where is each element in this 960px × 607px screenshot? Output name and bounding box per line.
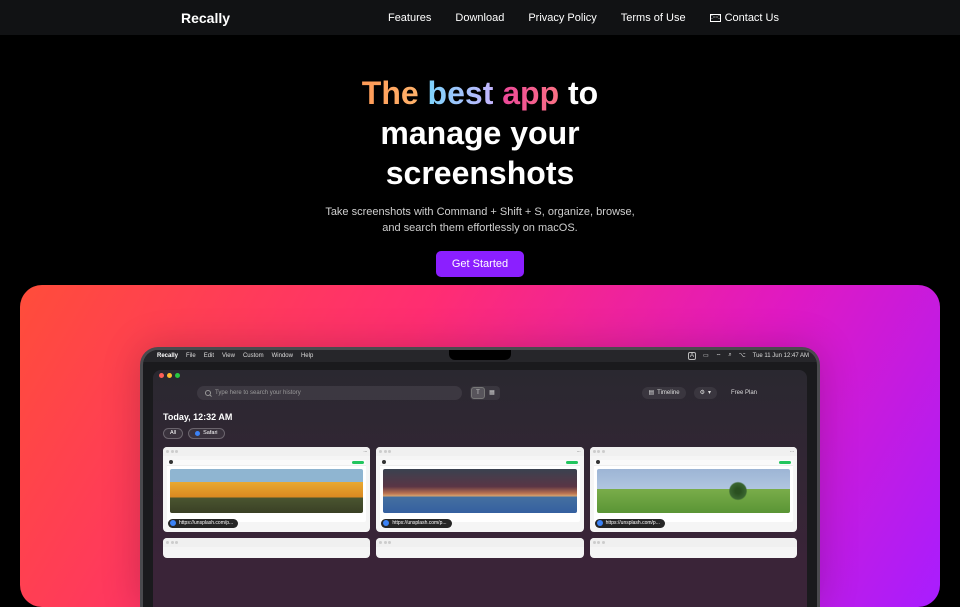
screenshot-thumbnail bbox=[170, 469, 363, 513]
settings-button[interactable]: ⚙ ▾ bbox=[694, 387, 717, 399]
safari-icon bbox=[195, 431, 200, 436]
hero-subtitle: Take screenshots with Command + Shift + … bbox=[320, 205, 640, 237]
top-nav: Features Download Privacy Policy Terms o… bbox=[388, 12, 779, 24]
search-icon bbox=[205, 390, 211, 396]
menubar-window: Window bbox=[272, 353, 293, 359]
menubar-custom: Custom bbox=[243, 353, 264, 359]
wifi-icon: ⌔ bbox=[716, 352, 722, 360]
menubar-edit: Edit bbox=[204, 353, 214, 359]
recally-app-window: Type here to search your history T ▦ ▤ T… bbox=[153, 370, 807, 607]
safari-icon bbox=[170, 520, 176, 526]
safari-icon bbox=[383, 520, 389, 526]
filter-all[interactable]: All bbox=[163, 428, 183, 439]
menubar-file: File bbox=[186, 353, 196, 359]
url-badge: https://unsplash.com/p... bbox=[381, 519, 451, 528]
screenshot-card[interactable] bbox=[590, 538, 797, 558]
gear-icon: ⚙ bbox=[700, 389, 705, 396]
nav-features[interactable]: Features bbox=[388, 12, 431, 24]
screenshot-card[interactable]: ⋯ https://unsplash.com/p... bbox=[163, 447, 370, 532]
hero-device-stage: Recally File Edit View Custom Window Hel… bbox=[20, 285, 940, 607]
notch bbox=[449, 350, 511, 360]
screenshot-thumbnail bbox=[383, 469, 576, 513]
window-titlebar bbox=[153, 370, 807, 382]
nav-privacy[interactable]: Privacy Policy bbox=[528, 12, 596, 24]
plan-label[interactable]: Free Plan bbox=[725, 387, 763, 399]
menubar-help: Help bbox=[301, 353, 313, 359]
screenshot-card[interactable]: ⋯ https://unsplash.com/p... bbox=[376, 447, 583, 532]
traffic-zoom-icon bbox=[175, 373, 180, 378]
envelope-icon bbox=[710, 14, 721, 22]
url-badge: https://unsplash.com/p... bbox=[168, 519, 238, 528]
brand-logo[interactable]: Recally bbox=[181, 10, 230, 26]
nav-download[interactable]: Download bbox=[455, 12, 504, 24]
screenshot-card[interactable]: ⋯ https://unsplash.com/p... bbox=[590, 447, 797, 532]
search-input[interactable]: Type here to search your history bbox=[197, 386, 462, 400]
control-center-icon: ⌥ bbox=[739, 352, 746, 359]
screenshot-card[interactable] bbox=[376, 538, 583, 558]
battery-icon: ▭ bbox=[703, 352, 709, 359]
filter-safari[interactable]: Safari bbox=[188, 428, 224, 439]
seg-grid-mode[interactable]: ▦ bbox=[485, 387, 499, 399]
calendar-icon: ▤ bbox=[648, 389, 654, 396]
url-badge: https://unsplash.com/p... bbox=[595, 519, 665, 528]
menubar-app-name: Recally bbox=[157, 353, 178, 359]
screenshot-thumbnail bbox=[597, 469, 790, 513]
section-title: Today, 12:32 AM bbox=[163, 412, 797, 422]
screenshot-card[interactable] bbox=[163, 538, 370, 558]
menubar-view: View bbox=[222, 353, 235, 359]
hero-headline: The best app to manage your screenshots bbox=[0, 73, 960, 193]
search-icon: ⌕ bbox=[728, 352, 731, 359]
get-started-button[interactable]: Get Started bbox=[436, 251, 524, 277]
nav-contact[interactable]: Contact Us bbox=[710, 12, 779, 24]
timeline-button[interactable]: ▤ Timeline bbox=[642, 387, 685, 399]
chevron-down-icon: ▾ bbox=[708, 389, 711, 396]
seg-text-mode[interactable]: T bbox=[471, 387, 485, 399]
traffic-minimize-icon bbox=[167, 373, 172, 378]
nav-terms[interactable]: Terms of Use bbox=[621, 12, 686, 24]
menubar-clock: Tue 11 Jun 12:47 AM bbox=[753, 353, 809, 359]
macbook-frame: Recally File Edit View Custom Window Hel… bbox=[140, 347, 820, 607]
view-mode-segment: T ▦ bbox=[470, 386, 500, 400]
safari-icon bbox=[597, 520, 603, 526]
traffic-close-icon bbox=[159, 373, 164, 378]
input-source-icon: A bbox=[688, 352, 696, 360]
